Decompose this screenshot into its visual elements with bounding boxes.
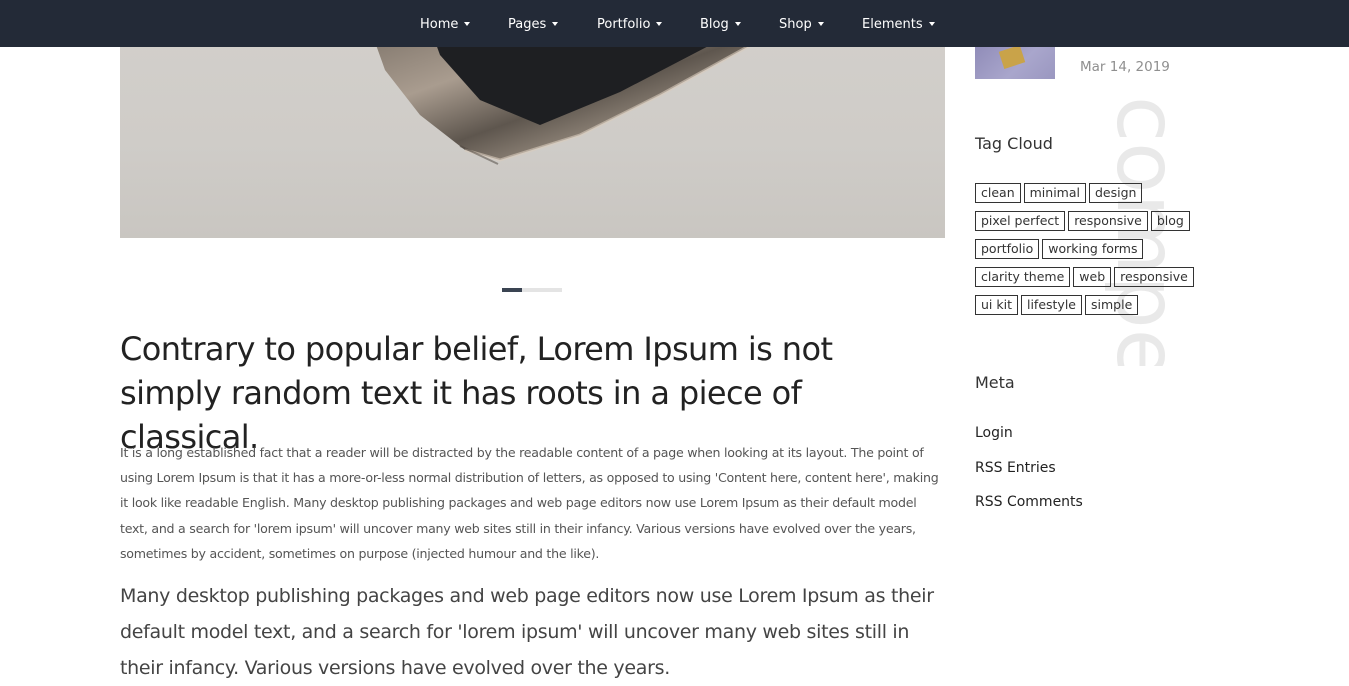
nav-item-label: Home [420,17,459,32]
meta-link-login[interactable]: Login [975,424,1083,459]
caret-down-icon [817,22,824,26]
thumbnail-gold-card [998,45,1026,69]
tag-link[interactable]: responsive [1068,211,1148,231]
tag-link[interactable]: responsive [1114,267,1194,287]
meta-title: Meta [975,373,1015,392]
caret-down-icon [928,22,935,26]
tag-link[interactable]: clean [975,183,1021,203]
tag-link[interactable]: pixel perfect [975,211,1066,231]
caret-down-icon [464,22,471,26]
tag-link[interactable]: design [1088,183,1143,203]
nav-item-shop[interactable]: Shop [779,17,824,32]
caret-down-icon [552,22,559,26]
nav-item-label: Pages [508,17,547,32]
tag-link[interactable]: lifestyle [1020,295,1082,315]
tag-link[interactable]: minimal [1023,183,1086,203]
nav-item-home[interactable]: Home [420,17,471,32]
meta-links: Login RSS Entries RSS Comments [975,424,1083,528]
tag-link[interactable]: blog [1150,211,1190,231]
meta-link-rss-entries[interactable]: RSS Entries [975,459,1083,494]
caret-down-icon [734,22,741,26]
meta-link-rss-comments[interactable]: RSS Comments [975,493,1083,528]
post-paragraph: It is a long established fact that a rea… [120,445,939,561]
nav-item-blog[interactable]: Blog [700,17,741,32]
nav-item-label: Shop [779,17,812,32]
caret-down-icon [656,22,663,26]
carousel-indicator[interactable] [502,288,562,292]
tag-link[interactable]: simple [1085,295,1139,315]
nav-item-pages[interactable]: Pages [508,17,559,32]
recent-post-date: Mar 14, 2019 [1080,59,1170,75]
post-lead-paragraph: Many desktop publishing packages and web… [120,585,934,679]
tag-link[interactable]: clarity theme [975,267,1071,287]
tag-link[interactable]: web [1073,267,1112,287]
tag-link[interactable]: ui kit [975,295,1018,315]
tag-cloud-title: Tag Cloud [975,134,1053,153]
nav-item-elements[interactable]: Elements [862,17,935,32]
carousel-indicator-active [502,288,522,292]
main-menu: Home Pages Portfolio Blog Shop Elements [0,0,1349,47]
nav-item-label: Portfolio [597,17,651,32]
tag-link[interactable]: working forms [1042,239,1144,259]
top-navbar: Home Pages Portfolio Blog Shop Elements [0,0,1349,47]
tag-cloud: clean minimal design pixel perfect responsi… [975,183,1205,323]
nav-item-label: Blog [700,17,729,32]
nav-item-label: Elements [862,17,923,32]
nav-item-portfolio[interactable]: Portfolio [597,17,663,32]
tag-link[interactable]: portfolio [975,239,1040,259]
